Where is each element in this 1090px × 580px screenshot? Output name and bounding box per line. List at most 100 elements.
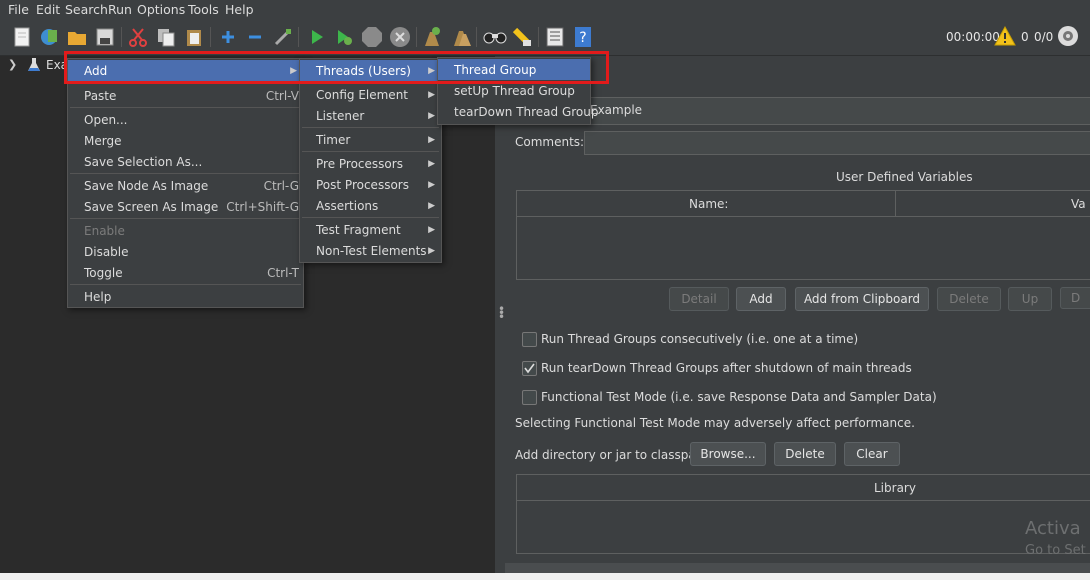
toolbar-separator (416, 27, 417, 47)
udv-col-name[interactable]: Name: (517, 191, 896, 217)
classpath-delete-button[interactable]: Delete (774, 442, 836, 466)
udv-table[interactable]: Name: Va (516, 190, 1090, 280)
toolbar-separator (121, 27, 122, 47)
menu-help[interactable]: Help (225, 2, 254, 17)
stop-icon[interactable] (360, 25, 384, 49)
shutdown-icon[interactable] (388, 25, 412, 49)
functional-mode-checkbox[interactable] (522, 390, 537, 405)
udv-title: User Defined Variables (836, 170, 973, 184)
remote-status-icon[interactable] (1057, 25, 1079, 50)
window-bottom-edge (0, 573, 1090, 580)
menu-toggle-label: Toggle (84, 265, 123, 280)
menu-save-screen-image[interactable]: Save Screen As Image Ctrl+Shift-G (68, 196, 303, 217)
active-threads-count: 0/0 (1034, 30, 1054, 44)
reset-search-icon[interactable] (510, 25, 534, 49)
add-button[interactable]: Add (736, 287, 786, 311)
menu-test-fragment[interactable]: Test Fragment ▶ (300, 219, 441, 240)
warning-icon[interactable] (993, 25, 1017, 50)
consecutive-checkbox[interactable] (522, 332, 537, 347)
menu-non-test-elements[interactable]: Non-Test Elements ▶ (300, 240, 441, 261)
teardown-label: Run tearDown Thread Groups after shutdow… (541, 361, 912, 375)
browse-button[interactable]: Browse... (690, 442, 766, 466)
delete-button[interactable]: Delete (937, 287, 1001, 311)
menu-teardown-thread-group-label: tearDown Thread Group (454, 104, 599, 119)
activation-watermark-line1: Activa (1025, 518, 1081, 539)
menu-pre-processors[interactable]: Pre Processors ▶ (300, 153, 441, 174)
menu-open-label: Open... (84, 112, 128, 127)
library-column-header[interactable]: Library (517, 475, 1090, 501)
menu-save-selection-label: Save Selection As... (84, 154, 203, 169)
menu-separator (70, 107, 301, 108)
menu-options[interactable]: Options (137, 2, 185, 17)
expand-all-icon[interactable] (216, 25, 240, 49)
function-helper-icon[interactable] (543, 25, 567, 49)
menu-paste[interactable]: Paste Ctrl-V (68, 85, 303, 106)
menu-post-processors[interactable]: Post Processors ▶ (300, 174, 441, 195)
open-folder-icon[interactable] (65, 25, 89, 49)
menu-config-element[interactable]: Config Element ▶ (300, 84, 441, 105)
collapse-all-icon[interactable] (243, 25, 267, 49)
menu-post-processors-label: Post Processors (316, 177, 409, 192)
tree-expand-chevron-icon[interactable]: ❯ (8, 58, 17, 71)
help-icon[interactable]: ? (571, 25, 595, 49)
comments-field[interactable] (584, 131, 1090, 155)
menu-enable-label: Enable (84, 223, 125, 238)
menu-tools[interactable]: Tools (188, 2, 219, 17)
menu-separator (70, 284, 301, 285)
menu-save-screen-image-shortcut: Ctrl+Shift-G (226, 199, 299, 214)
paste-icon[interactable] (182, 25, 206, 49)
menu-pre-processors-label: Pre Processors (316, 156, 403, 171)
start-no-pauses-icon[interactable] (332, 25, 356, 49)
toolbar-separator (538, 27, 539, 47)
library-table[interactable]: Library (516, 474, 1090, 554)
cut-icon[interactable] (126, 25, 150, 49)
menu-search[interactable]: Search (65, 2, 108, 17)
test-plan-editor: Example Comments: User Defined Variables… (505, 56, 1090, 573)
menu-open[interactable]: Open... (68, 109, 303, 130)
menu-edit[interactable]: Edit (36, 2, 60, 17)
menu-assertions-label: Assertions (316, 198, 379, 213)
menu-disable[interactable]: Disable (68, 241, 303, 262)
up-button[interactable]: Up (1008, 287, 1052, 311)
menu-separator (302, 127, 439, 128)
new-file-icon[interactable] (10, 25, 34, 49)
clear-all-icon[interactable] (450, 25, 474, 49)
svg-text:?: ? (579, 30, 586, 46)
submenu-arrow-icon: ▶ (428, 179, 435, 190)
menu-non-test-elements-label: Non-Test Elements (316, 243, 427, 258)
menu-bar: File Edit Search Run Options Tools Help (0, 0, 1090, 19)
teardown-checkbox[interactable] (522, 361, 537, 376)
classpath-clear-button[interactable]: Clear (844, 442, 900, 466)
add-from-clipboard-button[interactable]: Add from Clipboard (795, 287, 929, 311)
add-submenu: Threads (Users) ▶ Config Element ▶ Liste… (299, 58, 442, 263)
menu-test-fragment-label: Test Fragment (316, 222, 401, 237)
detail-button[interactable]: Detail (669, 287, 729, 311)
down-button[interactable]: D (1060, 287, 1090, 309)
horizontal-scrollbar[interactable] (505, 563, 1090, 573)
menu-run[interactable]: Run (108, 2, 132, 17)
menu-separator (302, 217, 439, 218)
udv-col-value[interactable]: Va (896, 191, 1090, 217)
menu-help[interactable]: Help (68, 286, 303, 307)
start-icon[interactable] (305, 25, 329, 49)
menu-listener[interactable]: Listener ▶ (300, 105, 441, 126)
menu-timer[interactable]: Timer ▶ (300, 129, 441, 150)
menu-save-selection[interactable]: Save Selection As... (68, 151, 303, 172)
menu-merge[interactable]: Merge (68, 130, 303, 151)
toggle-icon[interactable] (271, 25, 295, 49)
save-icon[interactable] (93, 25, 117, 49)
menu-assertions[interactable]: Assertions ▶ (300, 195, 441, 216)
menu-teardown-thread-group[interactable]: tearDown Thread Group (438, 101, 599, 122)
templates-icon[interactable] (37, 25, 61, 49)
functional-mode-label: Functional Test Mode (i.e. save Response… (541, 390, 937, 404)
search-binoculars-icon[interactable] (483, 25, 507, 49)
pane-splitter[interactable]: • • • (495, 56, 505, 573)
menu-save-node-image[interactable]: Save Node As Image Ctrl-G (68, 175, 303, 196)
clear-icon[interactable] (420, 25, 444, 49)
menu-toggle[interactable]: Toggle Ctrl-T (68, 262, 303, 283)
menu-enable: Enable (68, 220, 303, 241)
copy-icon[interactable] (154, 25, 178, 49)
submenu-arrow-icon: ▶ (428, 200, 435, 211)
name-field[interactable]: Example (583, 97, 1090, 125)
menu-file[interactable]: File (8, 2, 29, 17)
